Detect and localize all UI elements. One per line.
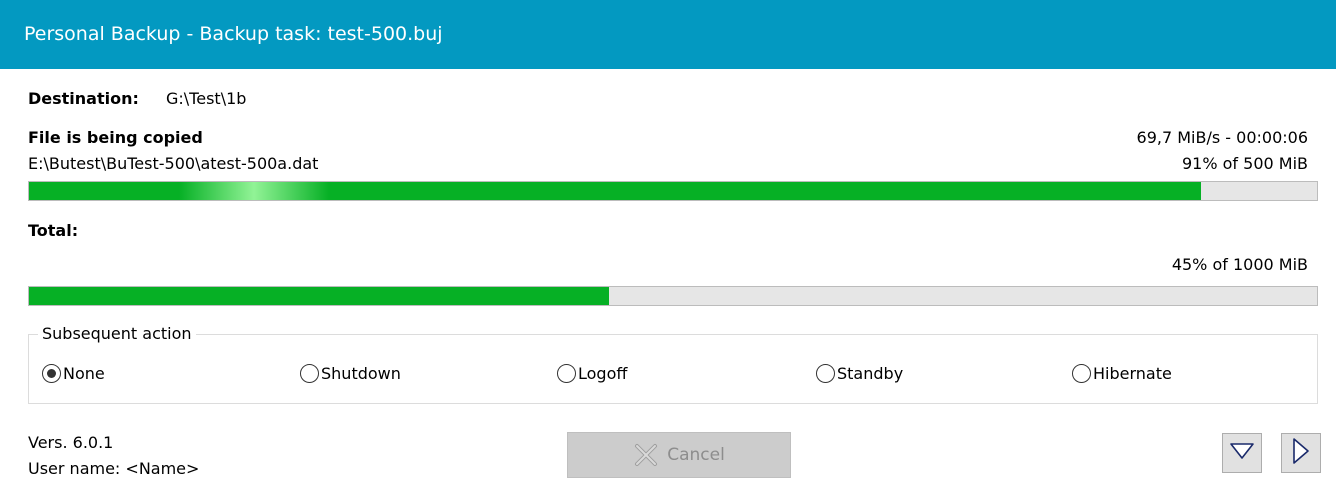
triangle-right-icon [1292,437,1310,469]
radio-standby[interactable]: Standby [816,362,903,384]
file-path: E:\Butest\BuTest-500\atest-500a.dat [28,154,319,173]
file-status: File is being copied [28,128,203,147]
radio-logoff-label: Logoff [578,363,628,383]
total-progress-bar [28,286,1318,306]
window-title: Personal Backup - Backup task: test-500.… [0,0,1336,69]
collapse-down-button[interactable] [1222,433,1262,473]
radio-hibernate-label: Hibernate [1093,363,1172,383]
destination-path: G:\Test\1b [166,89,247,108]
total-progress-text: 45% of 1000 MiB [1171,255,1308,274]
expand-right-button[interactable] [1281,433,1321,473]
radio-circle-icon [42,363,61,383]
subsequent-action-title: Subsequent action [38,324,196,344]
radio-standby-label: Standby [837,363,904,383]
file-progress-text: 91% of 500 MiB [1181,154,1308,173]
radio-hibernate[interactable]: Hibernate [1072,362,1172,384]
file-progress-bar [28,181,1318,201]
destination-label: Destination: [28,89,139,108]
radio-none[interactable]: None [42,362,105,384]
cancel-button[interactable]: Cancel [567,432,791,478]
version-text: Vers. 6.0.1 [28,433,114,452]
radio-shutdown-label: Shutdown [321,363,401,383]
user-name-text: User name: <Name> [28,459,200,478]
file-progress-fill [29,182,1202,200]
total-progress-fill [29,287,609,305]
cancel-label: Cancel [667,445,725,465]
radio-circle-icon [816,363,835,383]
radio-none-label: None [63,363,105,383]
radio-logoff[interactable]: Logoff [557,362,627,384]
radio-circle-icon [557,363,576,383]
triangle-down-icon [1229,442,1255,464]
radio-circle-icon [300,363,319,383]
radio-circle-icon [1072,363,1091,383]
radio-shutdown[interactable]: Shutdown [300,362,401,384]
total-label: Total: [28,221,79,240]
cancel-x-icon [633,442,659,468]
file-speed-time: 69,7 MiB/s - 00:00:06 [1136,128,1308,147]
